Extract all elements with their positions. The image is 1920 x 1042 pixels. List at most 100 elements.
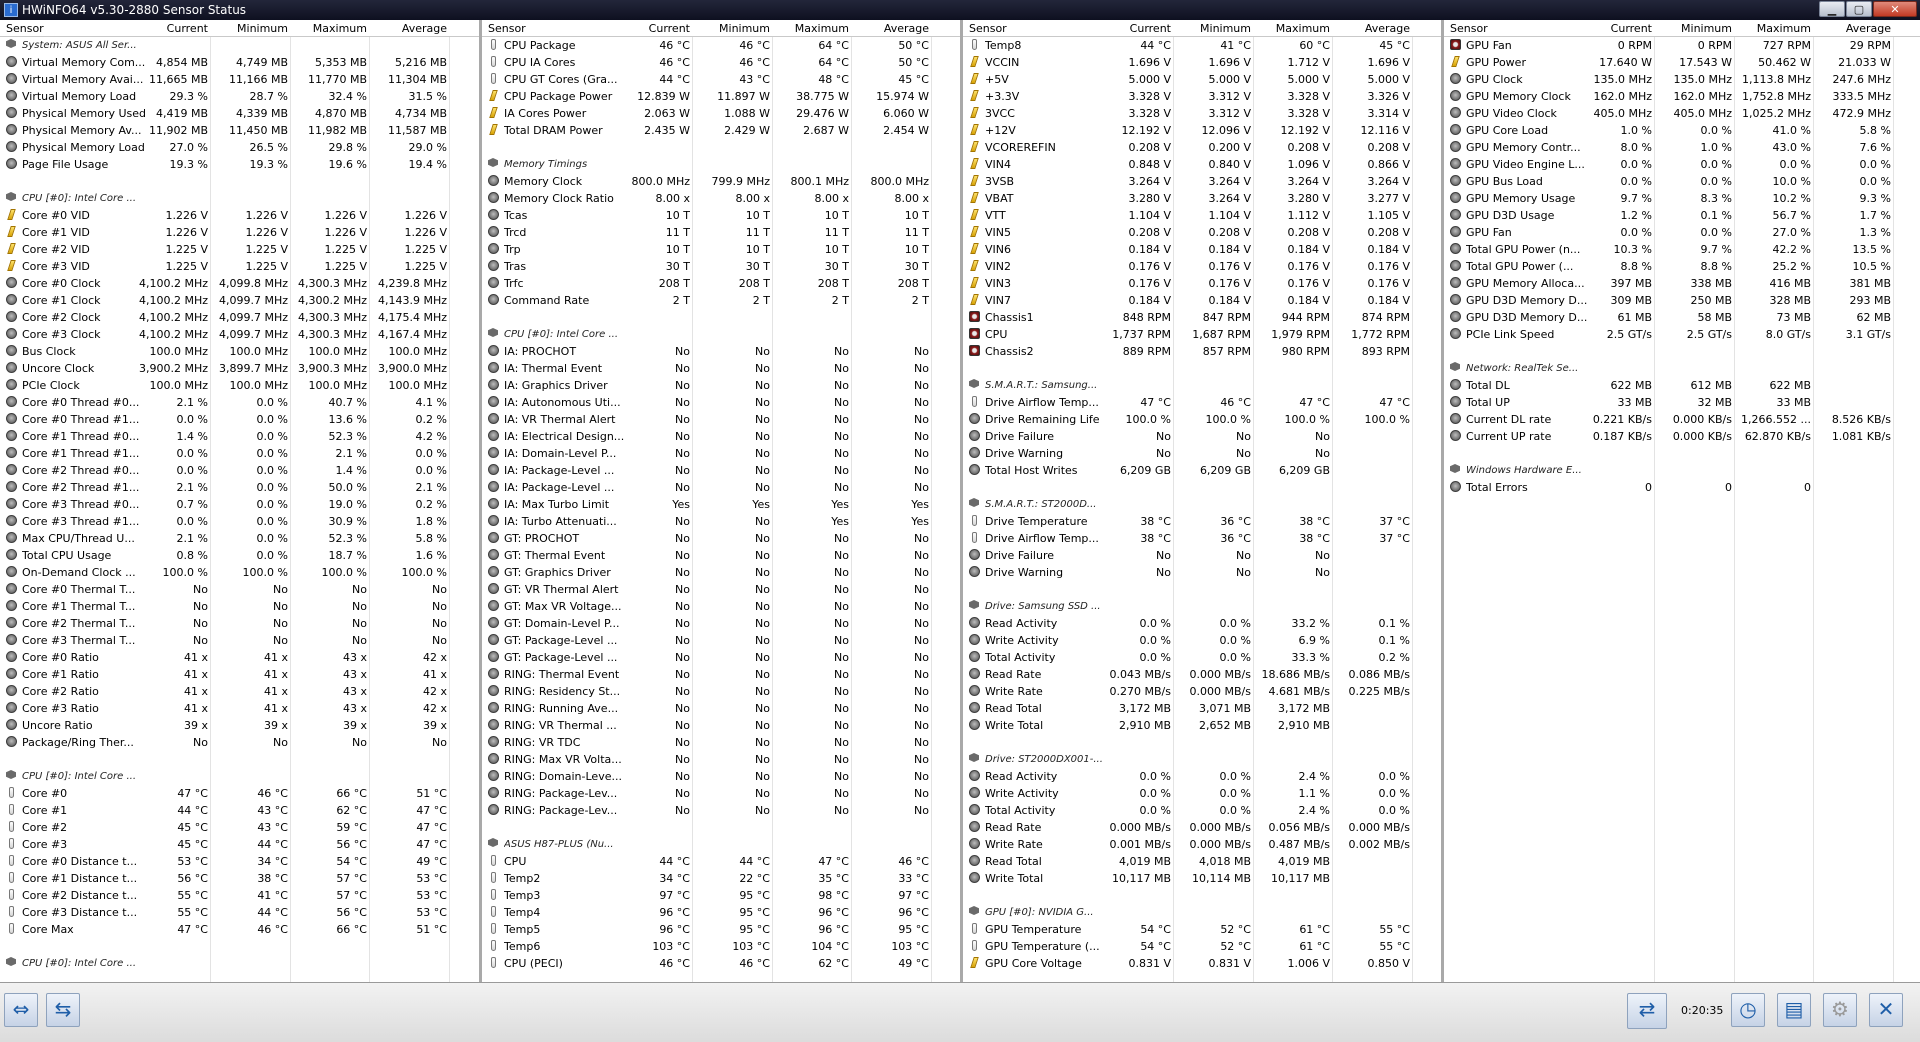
sensor-row[interactable]: Drive Warning No No No (963, 445, 1441, 462)
sensor-row[interactable]: Read Activity 0.0 % 0.0 % 33.2 % 0.1 % (963, 615, 1441, 632)
sensor-row[interactable]: Tras 30 T 30 T 30 T 30 T (482, 258, 960, 275)
sensor-row[interactable]: GPU Bus Load 0.0 % 0.0 % 10.0 % 0.0 % (1444, 173, 1920, 190)
sensor-row[interactable]: Read Total 3,172 MB 3,071 MB 3,172 MB (963, 700, 1441, 717)
sensor-row[interactable]: Read Rate 0.000 MB/s 0.000 MB/s 0.056 MB/s 0… (963, 819, 1441, 836)
header-current[interactable]: Current (167, 22, 208, 35)
sensor-row[interactable]: Uncore Clock 3,900.2 MHz 3,899.7 MHz 3,900.… (0, 360, 479, 377)
sensor-row[interactable]: Core #3 Ratio 41 x 41 x 43 x 42 x (0, 700, 479, 717)
sensor-row[interactable]: Core #1 Distance t... 56 °C 38 °C 57 °C 53 °… (0, 870, 479, 887)
network-button[interactable]: ⇄ (1627, 993, 1667, 1029)
sensor-group-row[interactable]: ASUS H87-PLUS (Nu... (482, 836, 960, 853)
sensor-row[interactable]: Virtual Memory Com... 4,854 MB 4,749 MB 5,3… (0, 54, 479, 71)
sensor-row[interactable]: VIN4 0.848 V 0.840 V 1.096 V 0.866 V (963, 156, 1441, 173)
sensor-row[interactable]: RING: VR Thermal ... No No No No (482, 717, 960, 734)
sensor-row[interactable]: +3.3V 3.328 V 3.312 V 3.328 V 3.326 V (963, 88, 1441, 105)
sensor-row[interactable]: Command Rate 2 T 2 T 2 T 2 T (482, 292, 960, 309)
sensor-row[interactable]: Temp2 34 °C 22 °C 35 °C 33 °C (482, 870, 960, 887)
header-minimum[interactable]: Minimum (1681, 22, 1732, 35)
sensor-row[interactable]: Max CPU/Thread U... 2.1 % 0.0 % 52.3 % 5.8 % (0, 530, 479, 547)
sensor-row[interactable]: Core #0 VID 1.226 V 1.226 V 1.226 V 1.226 V (0, 207, 479, 224)
sensor-row[interactable]: Core #2 Thread #1... 2.1 % 0.0 % 50.0 % 2.1 … (0, 479, 479, 496)
header-sensor[interactable]: Sensor (969, 22, 1007, 35)
sensor-row[interactable]: VIN5 0.208 V 0.208 V 0.208 V 0.208 V (963, 224, 1441, 241)
sensor-row[interactable]: Core Max 47 °C 46 °C 66 °C 51 °C (0, 921, 479, 938)
sensor-row[interactable]: VIN3 0.176 V 0.176 V 0.176 V 0.176 V (963, 275, 1441, 292)
sensor-row[interactable]: Read Rate 0.043 MB/s 0.000 MB/s 18.686 MB/s… (963, 666, 1441, 683)
sensor-row[interactable]: Core #0 Ratio 41 x 41 x 43 x 42 x (0, 649, 479, 666)
sensor-row[interactable]: VBAT 3.280 V 3.264 V 3.280 V 3.277 V (963, 190, 1441, 207)
sensor-row[interactable]: Core #1 Clock 4,100.2 MHz 4,099.7 MHz 4,300… (0, 292, 479, 309)
sensor-row[interactable]: Core #2 Ratio 41 x 41 x 43 x 42 x (0, 683, 479, 700)
header-minimum[interactable]: Minimum (237, 22, 288, 35)
expand-button[interactable]: ⇔ (4, 993, 38, 1027)
sensor-row[interactable]: GPU Memory Usage 9.7 % 8.3 % 10.2 % 9.3 % (1444, 190, 1920, 207)
sensor-row[interactable]: Drive Airflow Temp... 38 °C 36 °C 38 °C 37 °… (963, 530, 1441, 547)
sensor-row[interactable]: Total DRAM Power 2.435 W 2.429 W 2.687 W 2.4… (482, 122, 960, 139)
sensor-row[interactable]: GPU D3D Usage 1.2 % 0.1 % 56.7 % 1.7 % (1444, 207, 1920, 224)
sensor-row[interactable]: 3VSB 3.264 V 3.264 V 3.264 V 3.264 V (963, 173, 1441, 190)
sensor-row[interactable]: Temp6 103 °C 103 °C 104 °C 103 °C (482, 938, 960, 955)
sensor-row[interactable]: CPU 44 °C 44 °C 47 °C 46 °C (482, 853, 960, 870)
sensor-row[interactable]: IA: Domain-Level P... No No No No (482, 445, 960, 462)
sensor-row[interactable]: GPU D3D Memory D... 309 MB 250 MB 328 MB 293… (1444, 292, 1920, 309)
sensor-row[interactable]: Core #1 44 °C 43 °C 62 °C 47 °C (0, 802, 479, 819)
header-average[interactable]: Average (884, 22, 929, 35)
sensor-row[interactable]: Core #1 Thermal T... No No No No (0, 598, 479, 615)
sensor-row[interactable]: Core #2 Clock 4,100.2 MHz 4,099.7 MHz 4,300… (0, 309, 479, 326)
sensor-row[interactable]: GPU Memory Alloca... 397 MB 338 MB 416 MB 38… (1444, 275, 1920, 292)
sensor-row[interactable]: GPU Temperature (... 54 °C 52 °C 61 °C 55 °C (963, 938, 1441, 955)
sensor-row[interactable]: GT: Domain-Level P... No No No No (482, 615, 960, 632)
sensor-row[interactable]: GPU D3D Memory D... 61 MB 58 MB 73 MB 62 MB (1444, 309, 1920, 326)
sensor-row[interactable]: CPU GT Cores (Gra... 44 °C 43 °C 48 °C 45 °C (482, 71, 960, 88)
sensor-row[interactable]: Total DL 622 MB 612 MB 622 MB (1444, 377, 1920, 394)
sensor-row[interactable]: Total Host Writes 6,209 GB 6,209 GB 6,209 G… (963, 462, 1441, 479)
sensor-row[interactable]: RING: Domain-Leve... No No No No (482, 768, 960, 785)
sensor-row[interactable]: Current UP rate 0.187 KB/s 0.000 KB/s 62.87… (1444, 428, 1920, 445)
sensor-row[interactable]: Temp4 96 °C 95 °C 96 °C 96 °C (482, 904, 960, 921)
sensor-row[interactable]: GT: Graphics Driver No No No No (482, 564, 960, 581)
sensor-row[interactable]: Total Activity 0.0 % 0.0 % 33.3 % 0.2 % (963, 649, 1441, 666)
sensor-row[interactable]: Core #0 Distance t... 53 °C 34 °C 54 °C 49 °… (0, 853, 479, 870)
sensor-row[interactable]: Core #2 Thermal T... No No No No (0, 615, 479, 632)
sensor-row[interactable]: GPU Core Voltage 0.831 V 0.831 V 1.006 V 0.8… (963, 955, 1441, 972)
sensor-group-row[interactable]: Network: RealTek Se... (1444, 360, 1920, 377)
sensor-row[interactable]: IA: Package-Level ... No No No No (482, 462, 960, 479)
sensor-row[interactable]: VCOREREFIN 0.208 V 0.200 V 0.208 V 0.208 V (963, 139, 1441, 156)
sensor-row[interactable]: Current DL rate 0.221 KB/s 0.000 KB/s 1,266… (1444, 411, 1920, 428)
sensor-row[interactable]: RING: Max VR Volta... No No No No (482, 751, 960, 768)
sensor-row[interactable]: Core #0 47 °C 46 °C 66 °C 51 °C (0, 785, 479, 802)
sensor-group-row[interactable]: S.M.A.R.T.: Samsung... (963, 377, 1441, 394)
sensor-row[interactable]: Temp8 44 °C 41 °C 60 °C 45 °C (963, 37, 1441, 54)
settings-button[interactable]: ⚙ (1823, 993, 1857, 1027)
sensor-group-row[interactable]: Drive: Samsung SSD ... (963, 598, 1441, 615)
sensor-row[interactable]: GT: PROCHOT No No No No (482, 530, 960, 547)
sensor-row[interactable]: GT: Thermal Event No No No No (482, 547, 960, 564)
sensor-row[interactable]: Core #2 45 °C 43 °C 59 °C 47 °C (0, 819, 479, 836)
sensor-row[interactable]: GPU Video Clock 405.0 MHz 405.0 MHz 1,025.2… (1444, 105, 1920, 122)
sensor-row[interactable]: Trp 10 T 10 T 10 T 10 T (482, 241, 960, 258)
sensor-row[interactable]: Temp5 96 °C 95 °C 96 °C 95 °C (482, 921, 960, 938)
sensor-group-row[interactable]: CPU [#0]: Intel Core ... (482, 326, 960, 343)
sensor-row[interactable]: VIN6 0.184 V 0.184 V 0.184 V 0.184 V (963, 241, 1441, 258)
sensor-row[interactable]: +5V 5.000 V 5.000 V 5.000 V 5.000 V (963, 71, 1441, 88)
sensor-row[interactable]: Temp3 97 °C 95 °C 98 °C 97 °C (482, 887, 960, 904)
sensor-row[interactable]: GT: Package-Level ... No No No No (482, 649, 960, 666)
sensor-row[interactable]: VIN7 0.184 V 0.184 V 0.184 V 0.184 V (963, 292, 1441, 309)
sensor-row[interactable]: Core #3 Distance t... 55 °C 44 °C 56 °C 53 °… (0, 904, 479, 921)
sensor-row[interactable]: Core #0 Clock 4,100.2 MHz 4,099.8 MHz 4,300… (0, 275, 479, 292)
sensor-row[interactable]: Trcd 11 T 11 T 11 T 11 T (482, 224, 960, 241)
close-window-button[interactable]: ✕ (1873, 1, 1917, 17)
sensor-row[interactable]: GT: Max VR Voltage... No No No No (482, 598, 960, 615)
header-maximum[interactable]: Maximum (795, 22, 849, 35)
sensor-panel[interactable]: Sensor Current Minimum Maximum Average CPU Pa… (482, 20, 960, 982)
sensor-row[interactable]: GPU Power 17.640 W 17.543 W 50.462 W 21.033 … (1444, 54, 1920, 71)
sensor-row[interactable]: Total UP 33 MB 32 MB 33 MB (1444, 394, 1920, 411)
sensor-row[interactable]: Page File Usage 19.3 % 19.3 % 19.6 % 19.4 % (0, 156, 479, 173)
sensor-row[interactable]: Memory Clock Ratio 8.00 x 8.00 x 8.00 x 8.00… (482, 190, 960, 207)
sensor-row[interactable]: Write Rate 0.001 MB/s 0.000 MB/s 0.487 MB/s… (963, 836, 1441, 853)
sensor-row[interactable]: GPU Temperature 54 °C 52 °C 61 °C 55 °C (963, 921, 1441, 938)
header-sensor[interactable]: Sensor (6, 22, 44, 35)
sensor-row[interactable]: RING: Thermal Event No No No No (482, 666, 960, 683)
sensor-row[interactable]: IA: Package-Level ... No No No No (482, 479, 960, 496)
sensor-row[interactable]: CPU Package 46 °C 46 °C 64 °C 50 °C (482, 37, 960, 54)
